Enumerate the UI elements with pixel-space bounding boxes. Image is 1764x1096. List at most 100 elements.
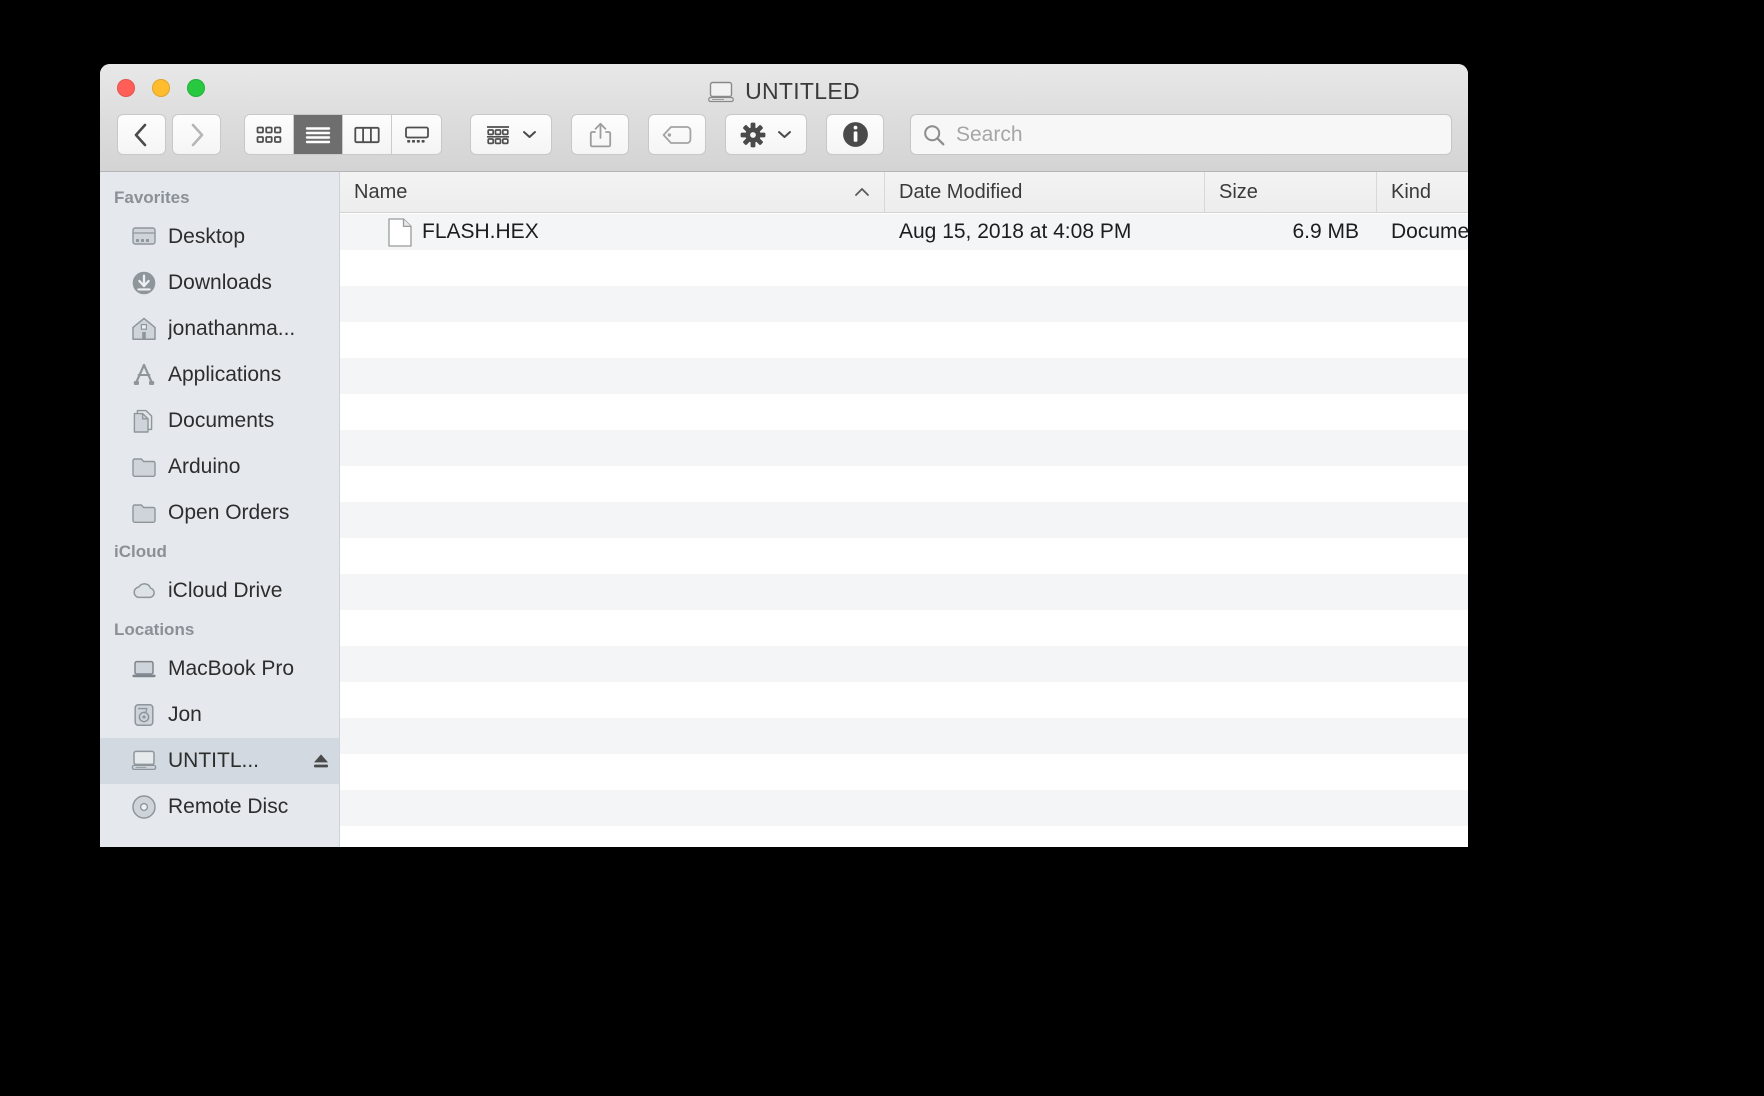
table-row-empty	[340, 394, 1468, 430]
table-row-empty	[340, 358, 1468, 394]
documents-icon	[133, 409, 153, 433]
action-menu-button[interactable]	[725, 114, 807, 155]
view-mode-icon-view[interactable]	[245, 115, 294, 154]
table-row-empty	[340, 322, 1468, 358]
sidebar-item-macbook-pro[interactable]: MacBook Pro	[100, 646, 339, 692]
table-row-empty	[340, 682, 1468, 718]
forward-button[interactable]	[172, 114, 221, 155]
sidebar-item-label: Open Orders	[168, 501, 290, 524]
back-button[interactable]	[117, 114, 166, 155]
tag-icon	[662, 125, 692, 144]
sidebar-item-label: Downloads	[168, 271, 272, 294]
table-row-empty	[340, 646, 1468, 682]
sort-ascending-icon	[855, 188, 869, 196]
finder-toolbar: Search	[117, 111, 1452, 158]
sidebar-item-open-orders[interactable]: Open Orders	[100, 490, 339, 536]
column-header-label: Name	[354, 180, 408, 203]
close-window-button[interactable]	[117, 79, 135, 97]
group-rows-icon	[486, 125, 509, 144]
tags-button[interactable]	[648, 114, 706, 155]
table-row-empty	[340, 502, 1468, 538]
get-info-button[interactable]	[826, 114, 884, 155]
sidebar-item-jon[interactable]: Jon	[100, 692, 339, 738]
cloud-icon	[133, 583, 155, 599]
disc-icon	[132, 795, 156, 819]
desktop-icon	[132, 227, 156, 245]
search-icon	[924, 124, 945, 145]
downloads-icon	[132, 271, 156, 295]
table-row-empty	[340, 430, 1468, 466]
folder-icon	[132, 458, 156, 477]
sidebar-item-desktop[interactable]: Desktop	[100, 214, 339, 260]
view-mode-column-view[interactable]	[343, 115, 392, 154]
gear-icon	[740, 122, 766, 147]
sidebar-item-label: MacBook Pro	[168, 657, 295, 680]
eject-icon[interactable]	[311, 751, 331, 771]
chevron-down-icon	[523, 131, 537, 138]
share-button[interactable]	[571, 114, 629, 155]
columns-icon	[354, 126, 380, 143]
navigation-buttons	[117, 114, 221, 155]
traffic-light-controls	[117, 79, 205, 97]
table-row-empty	[340, 574, 1468, 610]
window-title: UNTITLED	[100, 78, 1468, 105]
harddisk-icon	[134, 704, 154, 726]
column-header-name[interactable]: Name	[340, 172, 885, 212]
drive-icon	[131, 750, 157, 771]
sidebar-item-label: Documents	[168, 409, 275, 432]
sidebar-item-label: UNTITL...	[168, 749, 260, 772]
sidebar-item-remote-disc[interactable]: Remote Disc	[100, 784, 339, 830]
column-header-date-modified[interactable]: Date Modified	[885, 172, 1205, 212]
column-header-label: Size	[1219, 180, 1258, 203]
drive-icon	[708, 81, 734, 102]
list-icon	[305, 126, 331, 143]
sidebar-item-downloads[interactable]: Downloads	[100, 260, 339, 306]
table-row-empty	[340, 250, 1468, 286]
window-title-text: UNTITLED	[745, 78, 860, 104]
finder-sidebar[interactable]: Favorites Desktop Downloads jonathanma..…	[100, 172, 340, 847]
view-mode-list-view[interactable]	[294, 115, 343, 154]
maximize-window-button[interactable]	[187, 79, 205, 97]
file-rows: FLASH.HEX Aug 15, 2018 at 4:08 PM 6.9 MB…	[340, 214, 1468, 847]
table-row-empty	[340, 754, 1468, 790]
minimize-window-button[interactable]	[152, 79, 170, 97]
column-header-kind[interactable]: Kind	[1377, 172, 1468, 212]
arrange-by-button[interactable]	[470, 114, 552, 155]
sidebar-item-untitl[interactable]: UNTITL...	[100, 738, 339, 784]
share-icon	[589, 122, 611, 147]
table-row-empty	[340, 286, 1468, 322]
sidebar-section-header: Locations	[114, 620, 195, 639]
info-icon	[842, 122, 868, 147]
table-row-empty	[340, 826, 1468, 847]
home-icon	[132, 317, 156, 340]
column-header-size[interactable]: Size	[1205, 172, 1377, 212]
grid-icon	[256, 126, 282, 143]
sidebar-item-label: Jon	[168, 703, 202, 726]
laptop-icon	[132, 660, 156, 678]
chevron-down-icon	[778, 131, 792, 138]
window-titlebar[interactable]: UNTITLED Search	[100, 64, 1468, 172]
table-row[interactable]: FLASH.HEX Aug 15, 2018 at 4:08 PM 6.9 MB…	[340, 214, 1468, 250]
view-mode-gallery-view[interactable]	[392, 115, 441, 154]
table-row-empty	[340, 538, 1468, 574]
table-row-empty	[340, 718, 1468, 754]
view-mode-segmented-control	[244, 114, 442, 155]
sidebar-item-icloud-drive[interactable]: iCloud Drive	[100, 568, 339, 614]
table-row-empty	[340, 610, 1468, 646]
sidebar-item-documents[interactable]: Documents	[100, 398, 339, 444]
sidebar-item-jonathanma[interactable]: jonathanma...	[100, 306, 339, 352]
sidebar-item-label: Remote Disc	[168, 795, 289, 818]
table-row-empty	[340, 790, 1468, 826]
sidebar-item-label: Arduino	[168, 455, 241, 478]
cell-name: FLASH.HEX	[340, 214, 885, 250]
search-field[interactable]: Search	[910, 114, 1452, 155]
sidebar-item-applications[interactable]: Applications	[100, 352, 339, 398]
chevron-left-icon	[134, 123, 147, 146]
search-input[interactable]: Search	[956, 123, 1023, 147]
folder-icon	[132, 504, 156, 523]
sidebar-item-arduino[interactable]: Arduino	[100, 444, 339, 490]
file-list-pane[interactable]: Name Date Modified Size Kind FLASH.HEX Aug…	[340, 172, 1468, 847]
sidebar-section-header: iCloud	[114, 542, 167, 561]
file-name: FLASH.HEX	[422, 220, 539, 243]
column-headers: Name Date Modified Size Kind	[340, 172, 1468, 213]
